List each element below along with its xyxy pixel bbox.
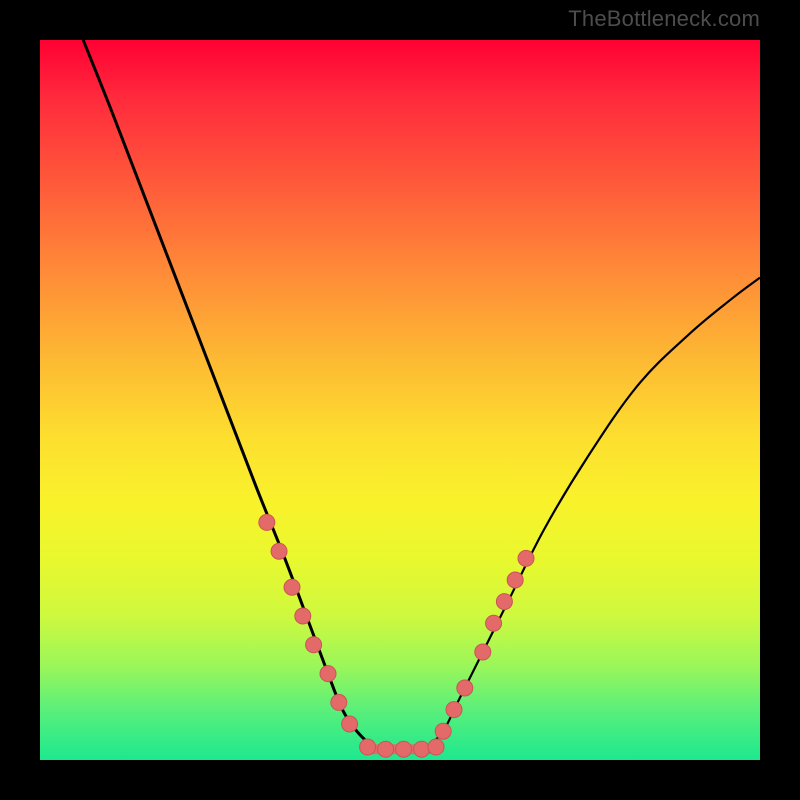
data-marker [496, 594, 512, 610]
right-curve [429, 278, 760, 746]
data-marker [428, 739, 444, 755]
data-marker [457, 680, 473, 696]
data-marker [295, 608, 311, 624]
data-marker [360, 739, 376, 755]
data-marker [518, 550, 534, 566]
left-curve [83, 40, 371, 746]
data-marker [396, 741, 412, 757]
data-marker [414, 741, 430, 757]
chart-svg [40, 40, 760, 760]
data-marker [507, 572, 523, 588]
watermark-text: TheBottleneck.com [568, 6, 760, 32]
plot-area [40, 40, 760, 760]
data-marker [475, 644, 491, 660]
data-marker [271, 543, 287, 559]
data-marker [342, 716, 358, 732]
data-marker [259, 514, 275, 530]
data-marker [331, 694, 347, 710]
data-marker [284, 579, 300, 595]
chart-frame: TheBottleneck.com [0, 0, 800, 800]
data-marker [378, 741, 394, 757]
data-marker [486, 615, 502, 631]
data-marker [320, 666, 336, 682]
data-marker [446, 702, 462, 718]
marker-group [259, 514, 534, 757]
data-marker [435, 723, 451, 739]
data-marker [306, 637, 322, 653]
